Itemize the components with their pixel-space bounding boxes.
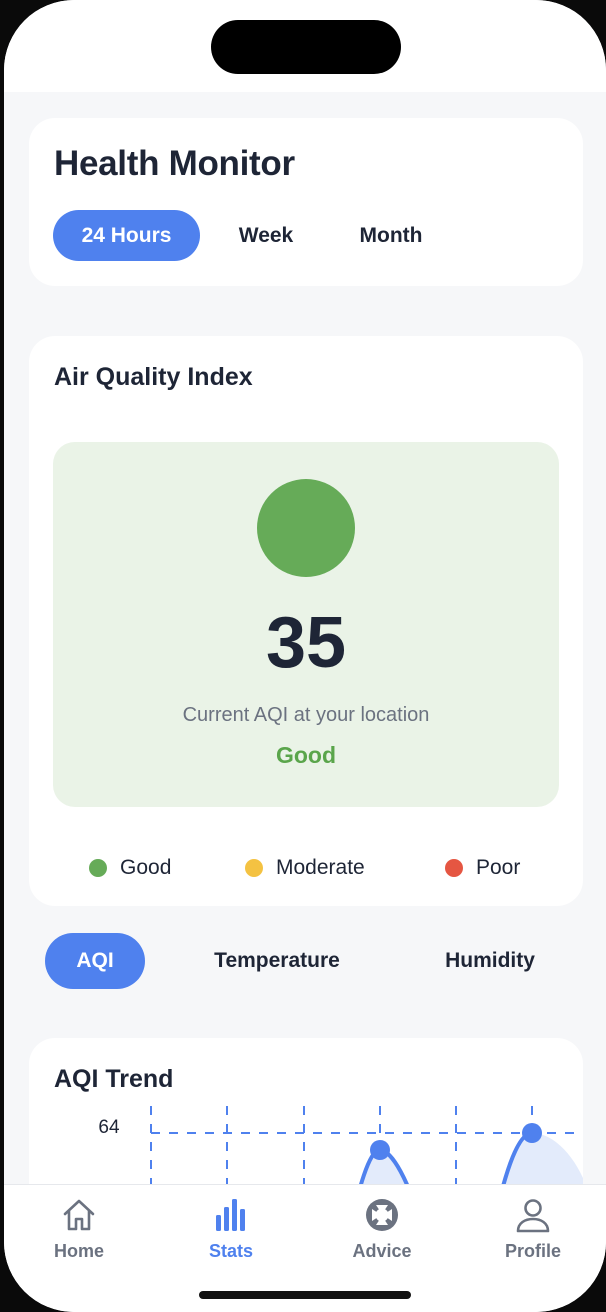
legend-item-good: Good xyxy=(89,856,171,880)
stats-icon xyxy=(216,1199,245,1231)
legend-label: Poor xyxy=(476,856,521,879)
tab-label: Stats xyxy=(208,1241,253,1261)
home-icon xyxy=(63,1199,95,1231)
header-card: Health Monitor 24 Hours Week Month xyxy=(29,118,583,286)
metric-tabs: AQI Temperature Humidity xyxy=(45,933,585,989)
page-title: Health Monitor xyxy=(54,144,295,183)
period-tab-week[interactable]: Week xyxy=(200,210,332,261)
aqi-section-title: Air Quality Index xyxy=(54,363,253,391)
y-tick-label: 64 xyxy=(98,1117,120,1138)
aqi-legend: Good Moderate Poor xyxy=(29,856,583,884)
legend-dot-good xyxy=(89,859,107,877)
tab-label: Profile xyxy=(504,1241,561,1261)
data-point xyxy=(370,1140,390,1160)
period-tab-24-hours[interactable]: 24 Hours xyxy=(53,210,200,261)
home-indicator xyxy=(199,1291,411,1299)
aqi-display: 35 Current AQI at your location Good xyxy=(53,442,559,807)
legend-label: Good xyxy=(120,856,172,879)
metric-tab-humidity[interactable]: Humidity xyxy=(425,933,555,989)
tab-stats[interactable]: Stats xyxy=(176,1195,286,1262)
aqi-caption: Current AQI at your location xyxy=(182,704,430,726)
tab-label: Advice xyxy=(352,1241,412,1261)
aqi-status-indicator xyxy=(257,479,355,577)
aqi-card: Air Quality Index 35 Current AQI at your… xyxy=(29,336,583,906)
aqi-status-label: Good xyxy=(275,742,337,768)
legend-dot-poor xyxy=(445,859,463,877)
legend-item-poor: Poor xyxy=(445,856,520,880)
metric-tab-temperature[interactable]: Temperature xyxy=(195,933,359,989)
legend-item-moderate: Moderate xyxy=(245,856,365,880)
tab-home[interactable]: Home xyxy=(24,1195,134,1262)
tab-advice[interactable]: Advice xyxy=(327,1195,437,1262)
phone-screen: Health Monitor 24 Hours Week Month Air Q… xyxy=(4,0,606,1312)
tab-label: Home xyxy=(53,1241,104,1261)
period-tab-month[interactable]: Month xyxy=(332,210,450,261)
legend-label: Moderate xyxy=(276,856,365,879)
dynamic-island xyxy=(211,20,401,74)
metric-tab-aqi[interactable]: AQI xyxy=(45,933,145,989)
period-tabs: 24 Hours Week Month xyxy=(53,210,450,261)
legend-dot-moderate xyxy=(245,859,263,877)
profile-icon xyxy=(516,1199,550,1233)
tab-profile[interactable]: Profile xyxy=(478,1195,588,1262)
data-point xyxy=(522,1123,542,1143)
lifebuoy-icon xyxy=(366,1199,398,1231)
aqi-value: 35 xyxy=(265,603,347,683)
